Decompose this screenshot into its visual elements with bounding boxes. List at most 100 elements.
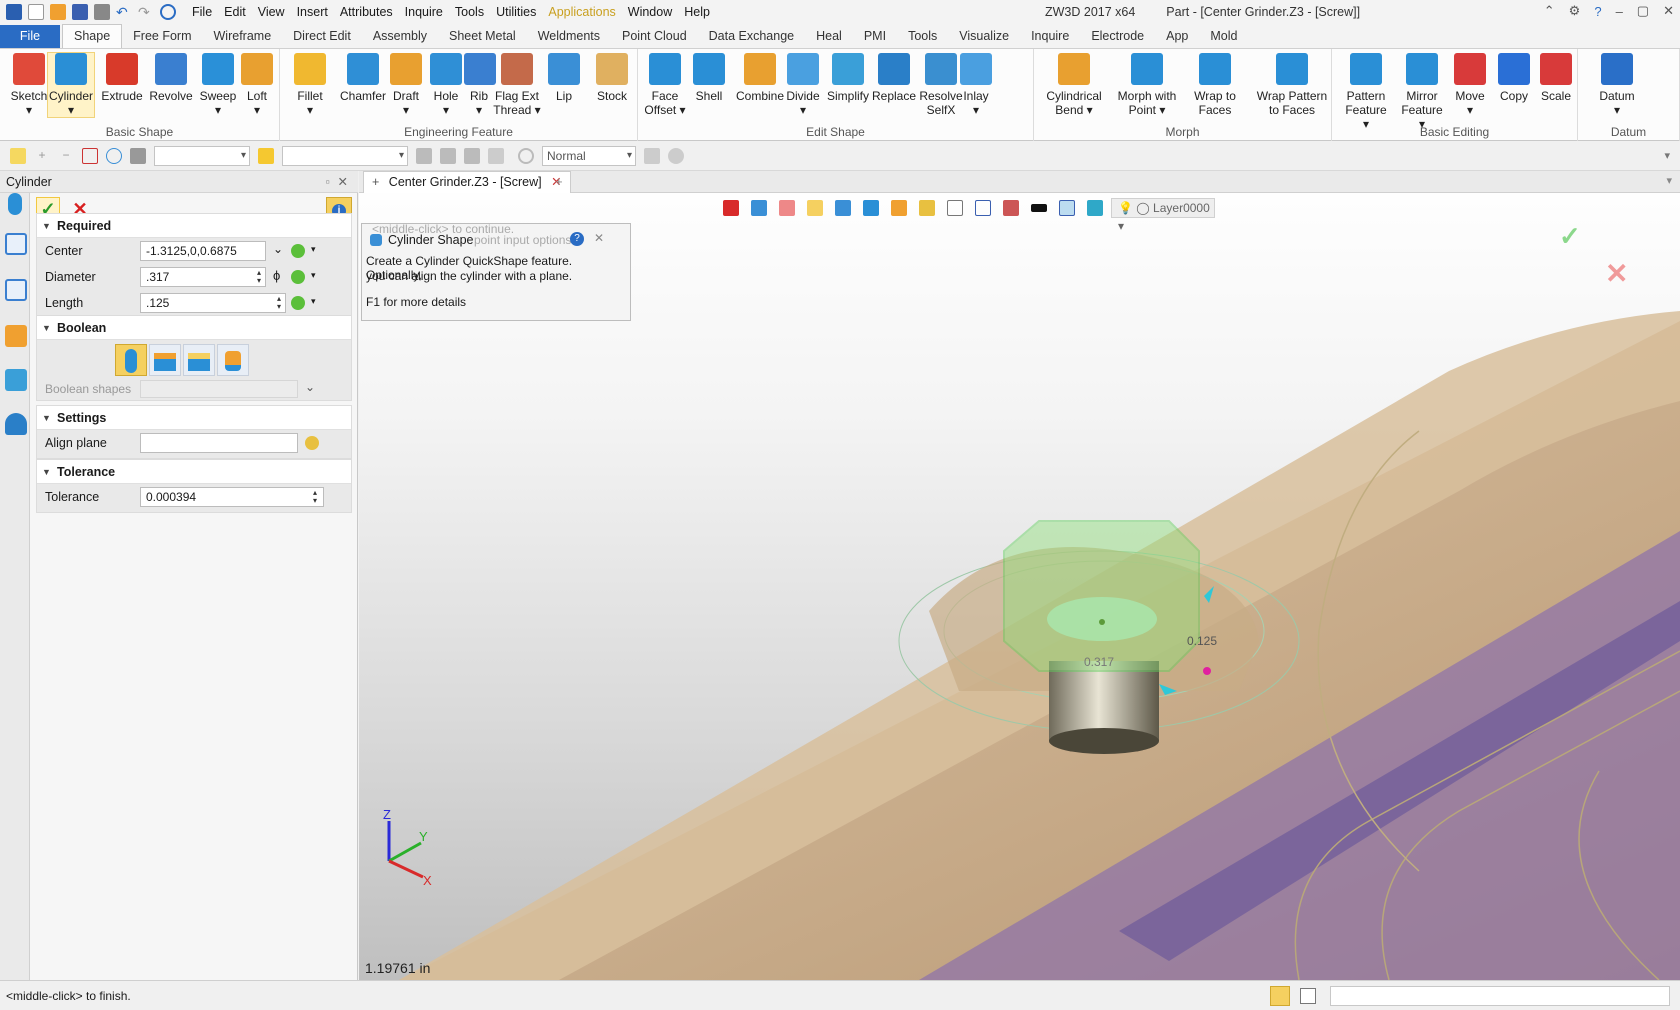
tab-visualize[interactable]: Visualize [948,25,1020,48]
remove-icon[interactable]: − [58,148,74,164]
ribbon-button-cylinder[interactable]: Cylinder ▾ [47,52,95,118]
redo-icon[interactable]: ↷ [138,4,154,20]
undo-icon[interactable]: ↶ [116,4,132,20]
pick-filter-icon[interactable] [130,147,146,164]
tab-pmi[interactable]: PMI [853,25,897,48]
tab-inquire[interactable]: Inquire [1020,25,1080,48]
tab-mold[interactable]: Mold [1199,25,1248,48]
filter-combo[interactable] [154,145,250,166]
part-library-icon[interactable] [5,325,27,347]
ribbon-button-flag-ext[interactable]: Flag Ext Thread ▾ [492,53,542,117]
panel-pin-icon[interactable]: ▫ [326,171,330,193]
ribbon-button-sweep[interactable]: Sweep ▾ [198,53,238,117]
toolbar-overflow-icon[interactable]: ▾ [1664,149,1670,162]
tabs-overflow-icon[interactable]: ▾ [1666,174,1672,187]
filter-view-icon[interactable] [1003,200,1019,216]
menu-insert[interactable]: Insert [291,0,334,24]
tab-sheet-metal[interactable]: Sheet Metal [438,25,527,48]
diameter-symbol[interactable]: ϕ [273,268,280,283]
open-file-icon[interactable] [50,4,66,20]
render-icon[interactable] [863,200,879,216]
ribbon-button-sketch[interactable]: Sketch ▾ [8,53,50,117]
add-icon[interactable]: + [34,148,50,164]
new-file-icon[interactable] [28,4,44,20]
help-icon[interactable]: ? [1594,4,1601,19]
center-dropdown-icon[interactable]: ▾ [311,244,316,255]
history-tree-icon[interactable] [5,233,27,255]
tb-grid-icon[interactable] [416,147,432,164]
tab-assembly[interactable]: Assembly [362,25,438,48]
tooltip-help-icon[interactable]: ? [570,232,584,246]
minimize-button[interactable]: – [1616,4,1623,19]
filter-icon[interactable] [82,147,98,164]
status-input-field[interactable] [1330,986,1670,1006]
tab-wireframe[interactable]: Wireframe [203,25,283,48]
dim-length-label[interactable]: 0.125 [1187,634,1217,648]
center-pick-icon[interactable] [291,244,305,258]
center-options-icon[interactable]: ⌄ [273,242,283,256]
select-pointer-icon[interactable] [10,147,26,164]
new-tab-icon[interactable]: + [555,174,563,189]
menu-file[interactable]: File [186,0,218,24]
ribbon-button-wrap-pattern[interactable]: Wrap Pattern to Faces [1254,53,1330,117]
panel-close-icon[interactable]: ✕ [338,171,348,193]
restore-button[interactable]: ▢ [1637,3,1649,19]
close-button[interactable]: ✕ [1663,3,1674,19]
length-magenta-handle[interactable] [1203,667,1211,675]
diameter-spinner[interactable]: ▴ ▾ [257,269,261,285]
ribbon-button-wrap-to[interactable]: Wrap to Faces [1192,53,1238,117]
view-orient-icon[interactable] [751,200,767,216]
exit-view-icon[interactable] [723,200,739,216]
menu-help[interactable]: Help [678,0,716,24]
ribbon-button-datum[interactable]: Datum ▾ [1592,53,1642,117]
cube-icon[interactable] [891,200,907,216]
diameter-field[interactable]: .317 [140,267,266,287]
section-icon[interactable] [919,200,935,216]
align-plane-field[interactable] [140,433,298,453]
menu-inquire[interactable]: Inquire [399,0,449,24]
color-black-icon[interactable] [1031,204,1047,212]
box-view-icon[interactable] [835,200,851,216]
menu-edit[interactable]: Edit [218,0,252,24]
menu-tools[interactable]: Tools [449,0,490,24]
ribbon-button-divide[interactable]: Divide ▾ [784,53,822,117]
snap-combo[interactable] [282,145,408,166]
settings-gear-icon[interactable]: ⚙ [1569,3,1581,19]
viewport-ok-icon[interactable]: ✓ [1559,221,1581,252]
save-icon[interactable] [72,4,88,20]
ribbon-button-copy[interactable]: Copy [1494,53,1534,103]
tolerance-header[interactable]: Tolerance [37,460,351,484]
ribbon-button-shell[interactable]: Shell [690,53,728,103]
ribbon-button-inlay[interactable]: Inlay ▾ [958,53,994,117]
tb-stack-icon[interactable] [464,147,480,164]
ribbon-button-move[interactable]: Move ▾ [1450,53,1490,117]
tab-heal[interactable]: Heal [805,25,853,48]
boolean-shapes-field[interactable] [140,380,298,398]
ribbon-button-pattern[interactable]: Pattern Feature ▾ [1342,53,1390,131]
tb-sync-icon[interactable] [518,147,534,164]
boolean-remove-icon[interactable] [183,344,215,376]
boolean-base-icon[interactable] [115,344,147,376]
tb-align-icon[interactable] [440,147,456,164]
assembly-tree-icon[interactable] [5,279,27,301]
boolean-add-icon[interactable] [149,344,181,376]
display-mode-combo[interactable]: Normal [542,145,636,166]
status-view-icon[interactable] [1270,986,1290,1006]
tab-shape[interactable]: Shape [62,24,123,48]
print-icon[interactable] [94,4,110,20]
tab-direct-edit[interactable]: Direct Edit [282,25,362,48]
center-point-marker[interactable] [1099,619,1105,625]
ribbon-button-rib[interactable]: Rib ▾ [464,53,496,117]
tb-pin-icon[interactable] [488,147,504,164]
tab-app[interactable]: App [1155,25,1199,48]
ribbon-button-loft[interactable]: Loft ▾ [240,53,274,117]
color-blue-icon[interactable] [1059,200,1075,216]
tab-data-exchange[interactable]: Data Exchange [698,25,805,48]
tooltip-close-icon[interactable]: ✕ [594,231,604,245]
cylinder-preview[interactable] [1003,520,1200,672]
boolean-shapes-expand-icon[interactable]: ⌄ [305,380,315,394]
measure-icon[interactable] [975,200,991,216]
ribbon-button-simplify[interactable]: Simplify [824,53,872,103]
required-header[interactable]: Required [37,214,351,238]
tolerance-field[interactable]: 0.000394 [140,487,324,507]
